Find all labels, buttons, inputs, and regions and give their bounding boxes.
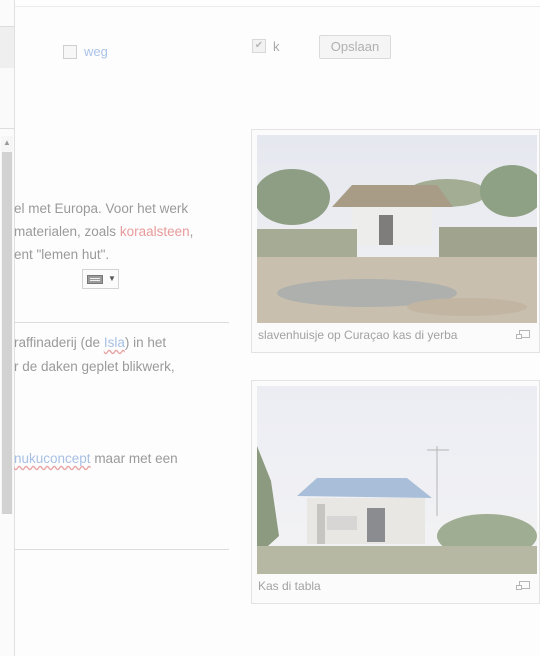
scroll-up-arrow-icon[interactable]: ▲ bbox=[1, 136, 13, 150]
weg-checkbox[interactable] bbox=[63, 45, 77, 59]
koraalsteen-link[interactable]: koraalsteen bbox=[120, 224, 190, 239]
article-line: el met Europa. Voor het werk bbox=[14, 201, 189, 216]
article-line: materialen, zoals koraalsteen, bbox=[14, 224, 193, 239]
checkmark-icon: ✔ bbox=[254, 40, 264, 51]
image-thumbnail: slavenhuisje op Curaçao kas di yerba bbox=[251, 129, 540, 353]
text-segment: materialen, zoals bbox=[14, 224, 120, 239]
magnify-icon[interactable] bbox=[516, 330, 530, 339]
magnify-icon[interactable] bbox=[516, 581, 530, 590]
kas-di-yerba-photo[interactable] bbox=[257, 135, 537, 323]
section-divider bbox=[14, 549, 229, 550]
weg-label[interactable]: weg bbox=[84, 44, 108, 59]
side-tab[interactable] bbox=[0, 68, 14, 129]
k-label: k bbox=[273, 39, 280, 54]
side-tab-active[interactable] bbox=[0, 26, 14, 70]
article-line: raffinaderij (de Isla) in het bbox=[14, 335, 166, 350]
scrollbar-thumb[interactable] bbox=[2, 152, 12, 514]
image-caption: slavenhuisje op Curaçao kas di yerba bbox=[258, 328, 458, 342]
kas-di-tabla-photo[interactable] bbox=[257, 386, 537, 574]
text-segment: maar met een bbox=[90, 451, 178, 466]
save-button[interactable]: Opslaan bbox=[319, 35, 391, 59]
top-border bbox=[0, 0, 540, 7]
article-line: r de daken geplet blikwerk, bbox=[14, 359, 175, 374]
text-segment: ) in het bbox=[124, 335, 167, 350]
image-thumbnail: Kas di tabla bbox=[251, 380, 540, 604]
k-checkbox[interactable]: ✔ bbox=[252, 39, 266, 53]
article-line: nukuconcept maar met een bbox=[14, 451, 178, 466]
section-divider bbox=[14, 322, 229, 323]
text-segment: raffinaderij (de bbox=[14, 335, 104, 350]
nukuconcept-link[interactable]: nukuconcept bbox=[14, 451, 91, 466]
image-caption: Kas di tabla bbox=[258, 579, 321, 593]
chevron-down-icon: ▼ bbox=[108, 274, 116, 283]
text-segment: , bbox=[189, 224, 194, 239]
isla-link[interactable]: Isla bbox=[104, 335, 125, 350]
article-line: ent "lemen hut". bbox=[14, 247, 110, 262]
keyboard-button[interactable]: ▼ bbox=[82, 269, 119, 289]
left-side-panel: ▲ bbox=[0, 0, 15, 656]
keyboard-icon bbox=[87, 275, 103, 284]
